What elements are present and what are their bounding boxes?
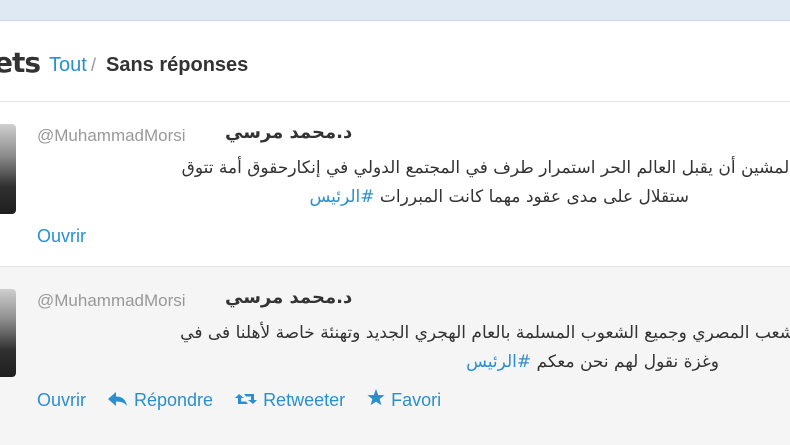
tweet-text-fragment: ستقلال على مدى عقود مهما كانت المبررات xyxy=(379,187,689,207)
tab-all[interactable]: Tout xyxy=(49,54,87,77)
section-title: ets xyxy=(0,46,41,79)
tweet[interactable]: @MuhammadMorsi د.محمد مرسي المشين أن يقب… xyxy=(0,101,790,266)
open-button[interactable]: Ouvrir xyxy=(37,390,86,411)
favorite-button[interactable]: Favori xyxy=(367,389,441,411)
tweet-text: المشين أن يقبل العالم الحر استمرار طرف ف… xyxy=(0,154,790,212)
tweet[interactable]: @MuhammadMorsi د.محمد مرسي شعب المصري وج… xyxy=(0,266,790,445)
open-button[interactable]: Ouvrir xyxy=(37,226,86,247)
star-icon xyxy=(367,389,385,411)
reply-button[interactable]: Répondre xyxy=(108,390,213,411)
tweet-text: شعب المصري وجميع الشعوب المسلمة بالعام ا… xyxy=(0,319,790,377)
tweet-text-line: شعب المصري وجميع الشعوب المسلمة بالعام ا… xyxy=(180,323,790,343)
tweet-actions: Ouvrir xyxy=(37,226,86,247)
tweet-text-line: ستقلال على مدى عقود مهما كانت المبررات #… xyxy=(0,183,790,212)
retweet-icon xyxy=(235,390,258,411)
tweet-actions: Ouvrir Répondre Retweeter Favori xyxy=(37,389,441,411)
open-label: Ouvrir xyxy=(37,389,86,410)
tweets-header: ets Tout / Sans réponses xyxy=(0,44,790,84)
tweet-handle[interactable]: @MuhammadMorsi xyxy=(37,126,186,146)
retweet-button[interactable]: Retweeter xyxy=(235,390,345,411)
tweet-author-name[interactable]: د.محمد مرسي xyxy=(225,122,352,143)
tweet-text-fragment: وغزة نقول لهم نحن معكم xyxy=(536,352,719,372)
tweet-text-line: المشين أن يقبل العالم الحر استمرار طرف ف… xyxy=(181,158,790,178)
tab-separator: / xyxy=(91,55,97,75)
favorite-label: Favori xyxy=(391,389,442,410)
reply-arrow-icon xyxy=(108,390,128,411)
hashtag-link[interactable]: #الرئيس xyxy=(309,187,374,207)
tab-no-replies[interactable]: Sans réponses xyxy=(106,54,248,77)
reply-label: Répondre xyxy=(134,389,214,410)
tweet-handle[interactable]: @MuhammadMorsi xyxy=(37,291,186,311)
tweet-author-name[interactable]: د.محمد مرسي xyxy=(225,287,352,308)
hashtag-link[interactable]: #الرئيس xyxy=(466,352,531,372)
tweet-text-line: وغزة نقول لهم نحن معكم #الرئيس xyxy=(0,348,790,377)
top-bar xyxy=(0,0,790,21)
retweet-label: Retweeter xyxy=(263,389,346,410)
